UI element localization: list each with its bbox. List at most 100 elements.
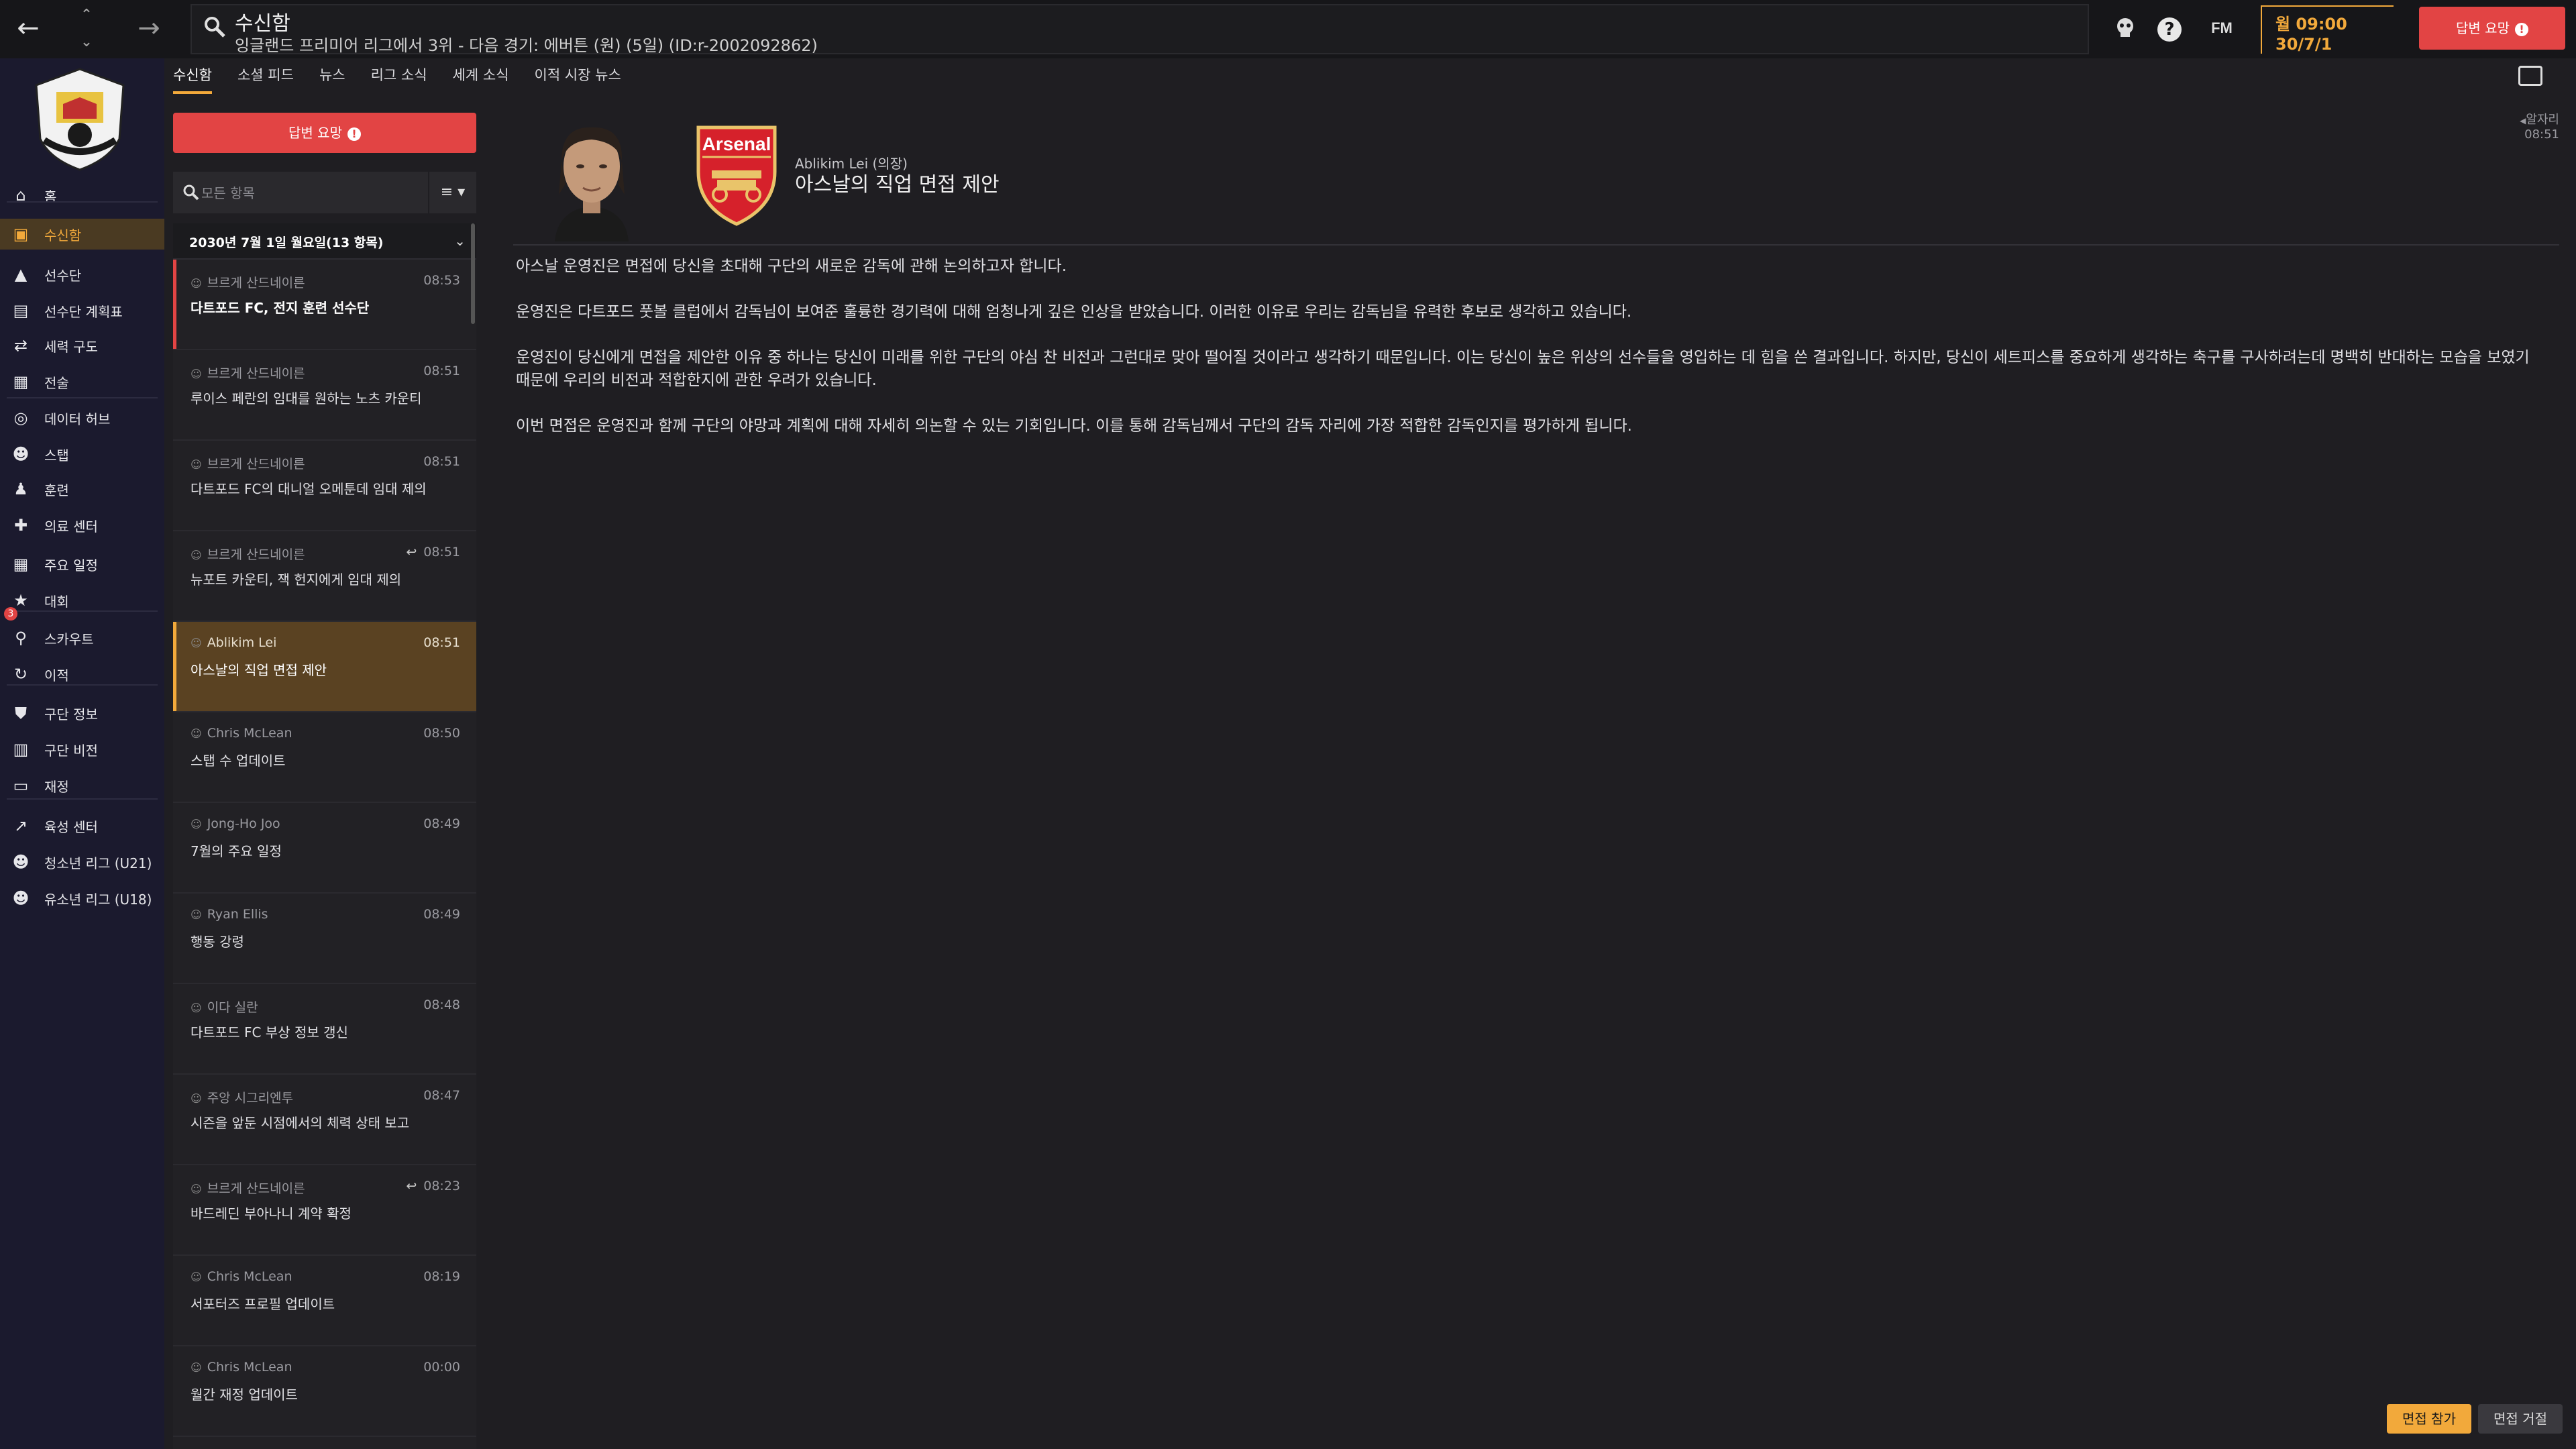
respond-required-button[interactable]: 답변 요망! bbox=[173, 113, 476, 153]
message-sender: Jong-Ho Joo bbox=[191, 816, 280, 831]
tab-transfer-news[interactable]: 이적 시장 뉴스 bbox=[535, 64, 621, 94]
message-list-item[interactable]: 브르게 산드네이른 ↩ 08:23 바드레딘 부아나니 계약 확정 bbox=[173, 1165, 476, 1256]
skull-icon[interactable] bbox=[2112, 15, 2139, 42]
medical-icon: ✚ bbox=[13, 516, 28, 535]
sidebar-item-calendar[interactable]: ▦ 주요 일정 bbox=[0, 549, 164, 580]
chevron-up-icon[interactable]: ⌃ bbox=[76, 5, 97, 25]
chevron-down-icon[interactable]: ⌄ bbox=[76, 32, 97, 52]
continue-button[interactable]: 답변 요망! bbox=[2419, 7, 2565, 50]
continue-label: 답변 요망 bbox=[2456, 20, 2510, 36]
message-list-item[interactable]: 브르게 산드네이른 08:51루이스 페란의 임대를 원하는 노츠 카운티 bbox=[173, 350, 476, 441]
list-scrollbar[interactable] bbox=[471, 223, 475, 324]
sidebar-divider bbox=[7, 610, 158, 612]
tab-league-news[interactable]: 리그 소식 bbox=[371, 64, 427, 94]
date-group-header[interactable]: 2030년 7월 1일 월요일(13 항목) ⌄ bbox=[173, 223, 476, 260]
help-icon[interactable]: ? bbox=[2157, 17, 2182, 42]
sidebar-item-home[interactable]: ⌂ 홈 bbox=[0, 180, 164, 211]
sidebar-item-label: 데이터 허브 bbox=[44, 411, 111, 427]
message-time-text: 08:49 bbox=[423, 907, 460, 922]
message-list-item[interactable]: Chris McLean 00:00 월간 재정 업데이트 bbox=[173, 1346, 476, 1437]
sidebar-item-scout[interactable]: ⚲ 스카우트 bbox=[0, 623, 164, 653]
sidebar-item-clipboard[interactable]: ▤ 선수단 계획표 bbox=[0, 295, 164, 326]
flag-toggle[interactable]: 알자리 bbox=[2520, 110, 2559, 127]
message-list-item[interactable]: 브르게 산드네이른 08:53 다트포드 FC, 전지 훈련 선수단 bbox=[173, 260, 476, 350]
message-time-text: 08:23 bbox=[423, 1179, 460, 1193]
message-subject: 서포터즈 프로필 업데이트 bbox=[191, 1296, 335, 1312]
message-time-text: 08:49 bbox=[423, 816, 460, 831]
message-list-item[interactable]: Chris McLean 08:50 스탭 수 업데이트 bbox=[173, 712, 476, 803]
sidebar-item-vision[interactable]: ▥ 구단 비전 bbox=[0, 734, 164, 765]
decline-interview-button[interactable]: 면접 거절 bbox=[2478, 1404, 2563, 1434]
sidebar-item-dynamics[interactable]: ⇄ 세력 구도 bbox=[0, 330, 164, 361]
message-list-item[interactable]: 브르게 산드네이른 ↩ 08:51 뉴포트 카운티, 잭 헌지에게 임대 제의 bbox=[173, 531, 476, 622]
sidebar-item-inbox[interactable]: ▣ 수신함 bbox=[0, 219, 164, 250]
tab-world-news[interactable]: 세계 소식 bbox=[453, 64, 509, 94]
filter-menu-button[interactable]: ≡ ▾ bbox=[428, 172, 476, 213]
scout-icon: ⚲ bbox=[15, 629, 27, 647]
message-time-text: 08:50 bbox=[423, 726, 460, 741]
message-time: 08:47 bbox=[423, 1088, 460, 1103]
sidebar-item-label: 유소년 리그 (U18) bbox=[44, 891, 152, 908]
sidebar-item-label: 의료 센터 bbox=[44, 518, 98, 535]
message-list-item[interactable]: Ryan Ellis 08:49 행동 강령 bbox=[173, 894, 476, 984]
message-time: 08:51 bbox=[423, 364, 460, 378]
screenshot-icon[interactable] bbox=[2518, 66, 2542, 86]
shirt-icon: ▲ bbox=[14, 265, 28, 284]
sidebar-item-development[interactable]: ↗ 육성 센터 bbox=[0, 810, 164, 841]
message-time: ↩ 08:51 bbox=[406, 545, 460, 559]
fm-logo[interactable]: FM bbox=[2203, 15, 2241, 42]
message-time-text: 00:00 bbox=[423, 1360, 460, 1375]
message-list-item[interactable]: Ablikim Lei 08:51 아스날의 직업 면접 제안 bbox=[173, 622, 476, 712]
transfer-notification-badge: 3 bbox=[4, 607, 17, 621]
sidebar-item-shirt[interactable]: ▲ 선수단 bbox=[0, 259, 164, 290]
message-subject: 스탭 수 업데이트 bbox=[191, 753, 286, 769]
message-time: 08:51 bbox=[2524, 127, 2559, 142]
search-placeholder: 모든 항목 bbox=[201, 185, 255, 201]
sidebar-item-finance[interactable]: ▭ 재정 bbox=[0, 770, 164, 801]
message-sender: Ablikim Lei bbox=[191, 635, 277, 650]
search-icon[interactable] bbox=[203, 15, 227, 39]
tab-inbox[interactable]: 수신함 bbox=[173, 64, 212, 94]
page-subtitle: 잉글랜드 프리미어 리그에서 3위 - 다음 경기: 에버튼 (원) (5일) … bbox=[235, 36, 818, 55]
sidebar-item-medical[interactable]: ✚ 의료 센터 bbox=[0, 510, 164, 541]
club-crest-logo[interactable] bbox=[30, 65, 130, 172]
message-list-item[interactable]: 브르게 산드네이른 08:51 다트포드 FC의 대니얼 오메툰데 임대 제의 bbox=[173, 441, 476, 531]
sidebar-item-data-hub[interactable]: ◎ 데이터 허브 bbox=[0, 402, 164, 433]
message-subject: 바드레딘 부아나니 계약 확정 bbox=[191, 1205, 352, 1222]
chevron-down-icon[interactable]: ⌄ bbox=[454, 233, 466, 249]
message-subject: 다트포드 FC 부상 정보 갱신 bbox=[191, 1024, 348, 1040]
message-priority-flag bbox=[173, 1165, 176, 1254]
sidebar-item-label: 재정 bbox=[44, 778, 69, 795]
message-list-item[interactable]: Chris McLean 08:19 서포터즈 프로필 업데이트 bbox=[173, 1256, 476, 1346]
sidebar-item-club[interactable]: ⛊ 구단 정보 bbox=[0, 698, 164, 729]
tactics-icon: ▦ bbox=[13, 372, 29, 391]
sidebar-item-tactics[interactable]: ▦ 전술 bbox=[0, 366, 164, 397]
message-subject: 7월의 주요 일정 bbox=[191, 843, 282, 859]
message-list-item[interactable]: 주앙 시그리엔투 08:47 시즌을 앞둔 시점에서의 체력 상태 보고 bbox=[173, 1075, 476, 1165]
message-time: 08:50 bbox=[423, 726, 460, 741]
forward-arrow-icon[interactable]: → bbox=[134, 13, 164, 43]
message-search[interactable]: 모든 항목 ≡ ▾ bbox=[173, 172, 476, 213]
clipboard-icon: ▤ bbox=[13, 301, 29, 320]
message-priority-flag bbox=[173, 1346, 176, 1436]
message-list-item[interactable]: 이다 실란 08:48 다트포드 FC 부상 정보 갱신 bbox=[173, 984, 476, 1075]
message-list-item[interactable]: Jong-Ho Joo 08:49 7월의 주요 일정 bbox=[173, 803, 476, 894]
sidebar-item-staff[interactable]: ☻ 스탭 bbox=[0, 439, 164, 470]
message-subject: 시즌을 앞둔 시점에서의 체력 상태 보고 bbox=[191, 1115, 410, 1131]
sidebar-item-training[interactable]: ♟ 훈련 bbox=[0, 474, 164, 504]
sidebar-item-u21[interactable]: ☻ 청소년 리그 (U21) bbox=[0, 847, 164, 877]
tab-social-feed[interactable]: 소셜 피드 bbox=[237, 64, 294, 94]
accept-interview-button[interactable]: 면접 참가 bbox=[2387, 1404, 2471, 1434]
message-time-text: 08:19 bbox=[423, 1269, 460, 1284]
vision-icon: ▥ bbox=[13, 740, 29, 759]
sidebar-divider bbox=[7, 397, 158, 398]
training-icon: ♟ bbox=[13, 480, 28, 498]
message-time-text: 08:51 bbox=[423, 454, 460, 469]
page-header: 수신함 잉글랜드 프리미어 리그에서 3위 - 다음 경기: 에버튼 (원) (… bbox=[191, 4, 2089, 55]
back-arrow-icon[interactable]: ← bbox=[13, 13, 43, 43]
message-time: 08:48 bbox=[423, 998, 460, 1012]
u18-icon: ☻ bbox=[12, 889, 30, 908]
tab-news[interactable]: 뉴스 bbox=[319, 64, 345, 94]
message-sender: Ryan Ellis bbox=[191, 907, 268, 922]
sidebar-item-u18[interactable]: ☻ 유소년 리그 (U18) bbox=[0, 883, 164, 914]
